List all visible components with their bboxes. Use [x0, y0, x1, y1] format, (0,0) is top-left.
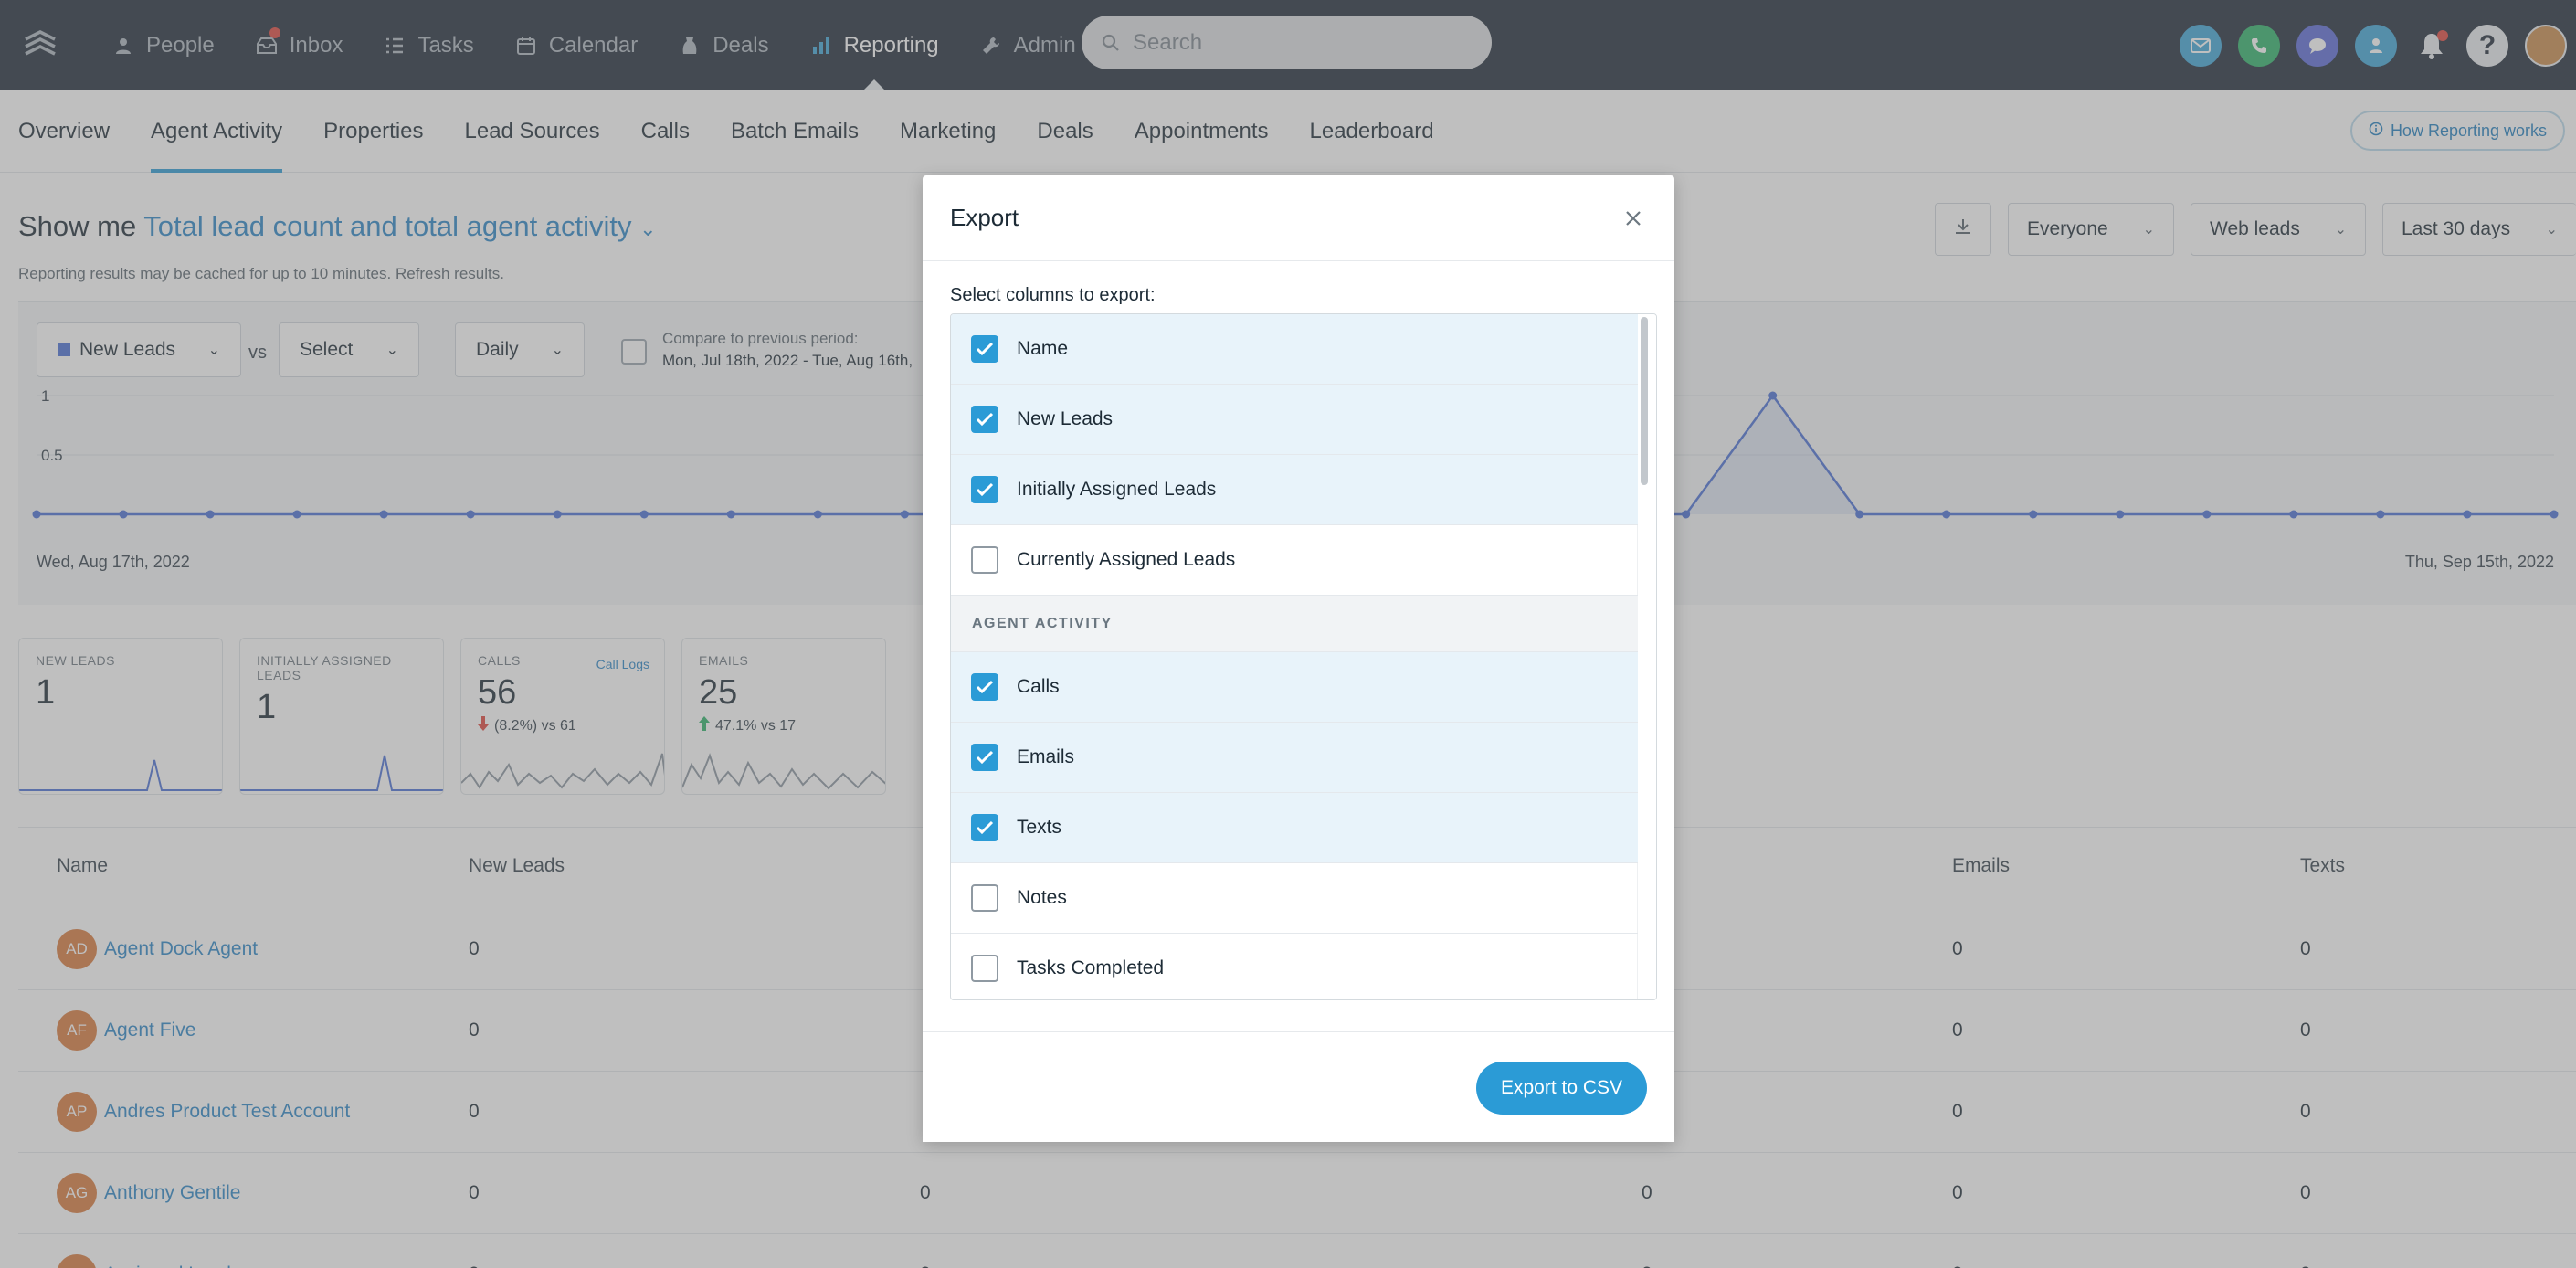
export-option-name[interactable]: Name: [951, 314, 1638, 385]
checkbox[interactable]: [971, 955, 998, 982]
export-modal: Export Select columns to export: Name New…: [923, 175, 1674, 1142]
option-label: Currently Assigned Leads: [1017, 549, 1236, 570]
export-option-notes[interactable]: Notes: [951, 863, 1638, 934]
checkbox[interactable]: [971, 744, 998, 771]
export-option-initially-assigned-leads[interactable]: Initially Assigned Leads: [951, 455, 1638, 525]
checkbox[interactable]: [971, 884, 998, 912]
close-icon[interactable]: [1620, 205, 1647, 232]
checkbox[interactable]: [971, 476, 998, 503]
section-header-agent-activity: AGENT ACTIVITY: [951, 596, 1638, 652]
checkbox[interactable]: [971, 546, 998, 574]
export-option-calls[interactable]: Calls: [951, 652, 1638, 723]
list-scrollbar[interactable]: [1637, 314, 1656, 999]
checkbox[interactable]: [971, 335, 998, 363]
export-to-csv-button[interactable]: Export to CSV: [1476, 1062, 1647, 1115]
modal-header: Export: [923, 175, 1674, 261]
scrollbar-thumb[interactable]: [1641, 317, 1648, 485]
modal-title: Export: [950, 204, 1019, 231]
option-label: New Leads: [1017, 408, 1114, 429]
checkbox[interactable]: [971, 406, 998, 433]
export-option-emails[interactable]: Emails: [951, 723, 1638, 793]
checkbox[interactable]: [971, 673, 998, 701]
option-label: Notes: [1017, 887, 1067, 908]
export-option-texts[interactable]: Texts: [951, 793, 1638, 863]
export-option-tasks-completed[interactable]: Tasks Completed: [951, 934, 1638, 999]
select-columns-label: Select columns to export:: [950, 285, 1156, 305]
export-option-new-leads[interactable]: New Leads: [951, 385, 1638, 455]
export-option-currently-assigned-leads[interactable]: Currently Assigned Leads: [951, 525, 1638, 596]
modal-footer: Export to CSV: [923, 1031, 1674, 1142]
export-column-list[interactable]: Name New Leads Initially Assigned Leads Cur…: [950, 313, 1657, 1000]
option-label: Calls: [1017, 676, 1060, 697]
checkbox[interactable]: [971, 814, 998, 841]
option-label: Texts: [1017, 817, 1062, 838]
option-label: Name: [1017, 338, 1069, 359]
option-label: Initially Assigned Leads: [1017, 479, 1217, 500]
option-label: Tasks Completed: [1017, 957, 1165, 978]
option-label: Emails: [1017, 746, 1075, 767]
